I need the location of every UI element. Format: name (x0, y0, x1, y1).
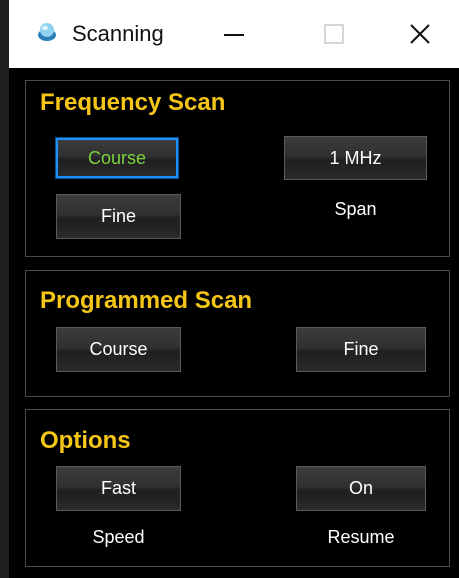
programmed-scan-title: Programmed Scan (40, 287, 253, 314)
frequency-course-button[interactable]: Course (55, 137, 179, 179)
resume-button[interactable]: On (296, 466, 426, 511)
frequency-fine-button[interactable]: Fine (56, 194, 181, 239)
span-button[interactable]: 1 MHz (284, 136, 427, 180)
close-button[interactable] (375, 0, 459, 68)
resume-caption: Resume (327, 527, 395, 547)
title-bar[interactable]: Scanning (9, 0, 459, 68)
minimize-button[interactable] (189, 0, 279, 68)
programmed-course-button[interactable]: Course (56, 327, 181, 372)
frequency-scan-title: Frequency Scan (40, 89, 226, 116)
app-icon (35, 20, 59, 44)
speed-button[interactable]: Fast (56, 466, 181, 511)
window-left-edge (0, 0, 9, 578)
close-icon (410, 24, 430, 44)
window-title: Scanning (72, 21, 164, 46)
window-client-area: Frequency Scan Course Fine 1 MHz Span Pr… (9, 68, 459, 578)
programmed-fine-button[interactable]: Fine (296, 327, 426, 372)
options-title: Options (40, 427, 131, 454)
maximize-button[interactable] (289, 0, 379, 68)
speed-caption: Speed (92, 527, 145, 547)
programmed-scan-group: Programmed Scan Course Fine (25, 270, 450, 397)
span-caption: Span (334, 199, 377, 219)
minimize-icon (224, 34, 244, 36)
maximize-icon (324, 24, 344, 44)
options-group: Options Fast Speed On Resume (25, 409, 450, 567)
frequency-scan-group: Frequency Scan Course Fine 1 MHz Span (25, 80, 450, 257)
